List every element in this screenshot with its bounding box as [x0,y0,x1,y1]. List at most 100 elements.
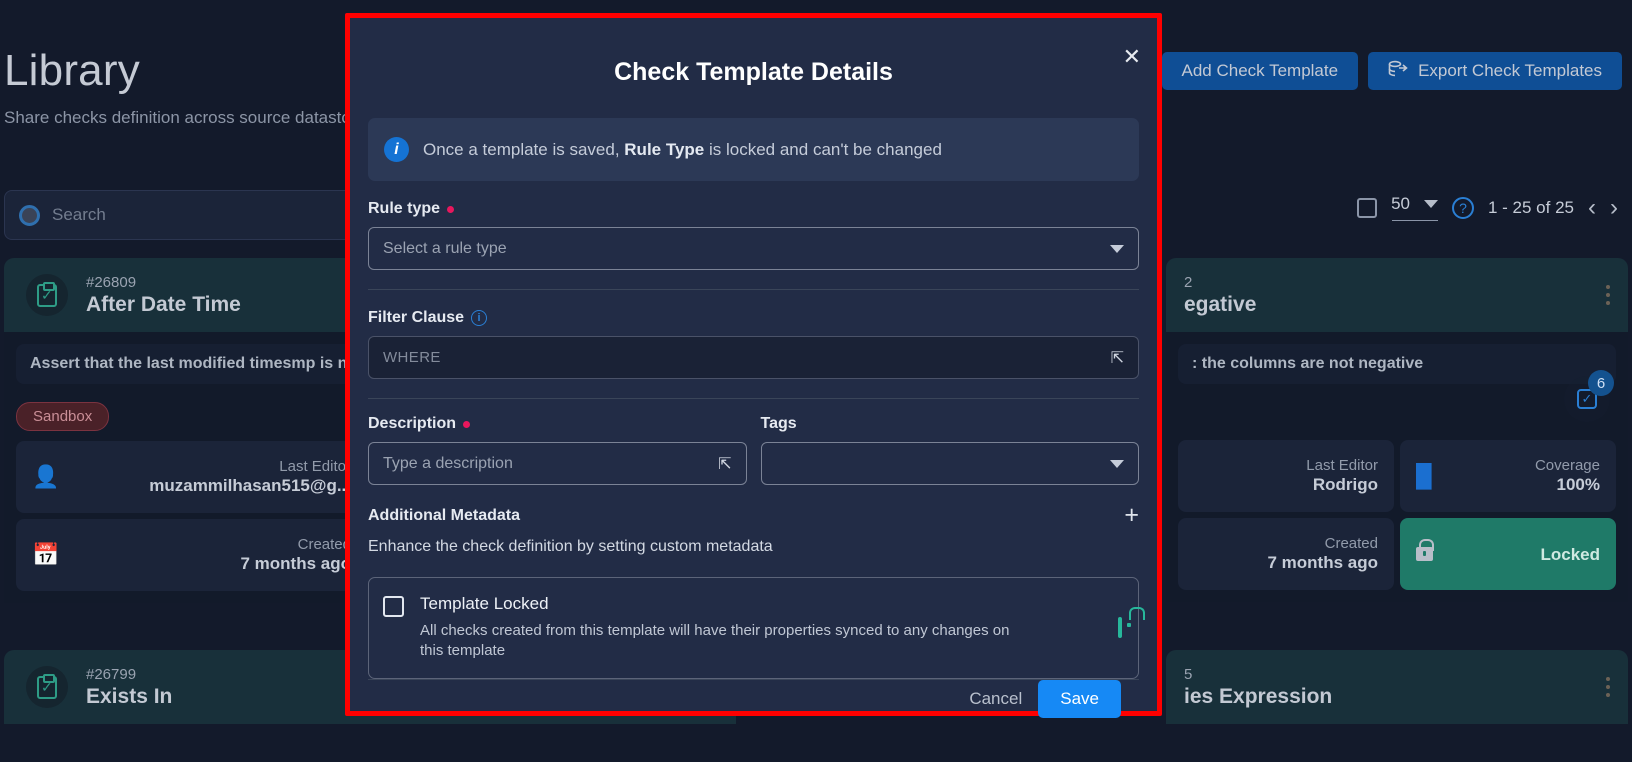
additional-metadata-title: Additional Metadata [368,506,521,524]
page-title: Library [4,46,140,95]
close-icon[interactable]: ✕ [1123,46,1141,68]
search-placeholder: Search [52,205,106,224]
search-icon [19,204,40,226]
card-header: 5 ies Expression [1166,650,1628,724]
description-label: Description [368,415,747,433]
info-circle-icon[interactable]: i [471,310,488,326]
list-item[interactable]: 5 ies Expression [1166,650,1628,762]
card-stats: Last Editor Rodrigo █ Coverage 100% Crea… [1166,430,1628,602]
description-input[interactable]: Type a description ⇱ [368,442,747,485]
rule-type-field: Rule type Select a rule type [368,200,1139,270]
stat-last-editor: Last Editor Rodrigo [1178,440,1394,512]
template-locked-title: Template Locked [420,594,549,613]
rule-type-label: Rule type [368,200,1139,218]
chevron-left-icon[interactable]: ‹ [1588,195,1596,220]
stat-label: Created [297,536,351,553]
info-banner: i Once a template is saved, Rule Type is… [368,118,1139,181]
dialog-body: i Once a template is saved, Rule Type is… [350,87,1157,679]
stat-value: Locked [1540,545,1600,564]
stat-coverage: █ Coverage 100% [1400,440,1616,512]
rule-type-placeholder: Select a rule type [383,239,507,257]
card-id: 5 [1184,665,1193,683]
expand-icon[interactable]: ⇱ [718,454,731,474]
page-size-select[interactable]: 50 [1391,194,1438,221]
chevron-down-icon [1110,459,1124,468]
required-indicator [447,205,455,213]
stat-value: 100% [1556,475,1600,494]
chevron-right-icon[interactable]: › [1610,195,1618,220]
stat-value: 7 months ago [1267,553,1378,572]
filter-clause-input[interactable]: WHERE ⇱ [368,336,1139,379]
user-icon: 👤 [32,464,60,489]
page-size-value: 50 [1391,194,1410,213]
select-all-checkbox[interactable] [1357,197,1378,218]
dialog-footer: Cancel Save [368,678,1139,718]
divider [368,398,1139,399]
check-template-details-dialog: ✕ Check Template Details i Once a templa… [350,18,1157,718]
card-id: #26809 [86,273,137,291]
plus-icon[interactable]: + [1124,503,1139,528]
template-locked-description: All checks created from this template wi… [420,622,1010,660]
chevron-down-icon [1423,200,1438,208]
stat-last-editor: 👤 Last Editor muzammilhasan515@g... [16,441,367,513]
add-check-template-button[interactable]: Add Check Template [1161,52,1359,90]
stat-created: Created 7 months ago [1178,518,1394,590]
export-check-templates-label: Export Check Templates [1418,61,1602,80]
card-title: egative [1184,292,1257,316]
card-description: : the columns are not negative [1178,344,1616,384]
chevron-down-icon [1110,244,1124,253]
card-description-text: : the columns are not negative [1192,355,1424,372]
rule-type-label-text: Rule type [368,200,441,217]
stat-label: Coverage [1534,457,1600,474]
stat-label: Last Editor [279,458,351,475]
divider [368,289,1139,290]
card-description-text: Assert that the last modified timesmp is… [30,355,363,372]
bar-icon: █ [1416,463,1432,488]
calendar-icon: 📅 [32,542,60,567]
info-text-bold: Rule Type [624,139,705,159]
info-text-before: Once a template is saved, [423,139,625,159]
description-placeholder: Type a description [383,454,513,472]
dialog-title: Check Template Details [614,58,893,86]
card-header: 2 egative [1166,258,1628,332]
stat-locked: Locked [1400,518,1616,590]
filter-clause-placeholder: WHERE [383,349,441,366]
pagination-range: 1 - 25 of 25 [1487,197,1574,217]
additional-metadata-header: Additional Metadata + [368,503,1139,528]
cancel-button[interactable]: Cancel [969,689,1022,709]
card-title: ies Expression [1184,684,1333,708]
tags-field: Tags [760,415,1139,485]
card-title: Exists In [86,684,173,708]
expand-icon[interactable]: ⇱ [1111,348,1124,368]
page-subtitle: Share checks definition across source da… [4,108,375,127]
info-text-after: is locked and can't be changed [704,139,942,159]
stat-label: Created [1324,535,1378,552]
card-menu-button[interactable] [1606,677,1610,697]
card-id: #26799 [86,665,137,683]
info-icon: i [384,137,409,162]
checklist-icon[interactable]: ✓ 6 [1564,370,1614,422]
card-title: After Date Time [86,292,241,316]
add-check-template-label: Add Check Template [1181,61,1339,80]
card-menu-button[interactable] [1606,285,1610,305]
tags-select[interactable] [760,442,1139,485]
pagination: 50 ? 1 - 25 of 25 ‹ › [1357,194,1618,221]
stat-value: Rodrigo [1312,475,1378,494]
select-underline [1391,220,1438,221]
stat-value: 7 months ago [240,554,351,573]
stat-label: Last Editor [1306,457,1378,474]
clipboard-check-icon [26,274,68,316]
rule-type-select[interactable]: Select a rule type [368,227,1139,270]
question-mark-icon[interactable]: ? [1451,196,1474,219]
template-locked-option[interactable]: Template Locked All checks created from … [368,577,1139,679]
description-label-text: Description [368,415,457,432]
status-badge: Sandbox [16,402,110,431]
clipboard-check-icon [26,666,68,708]
save-button[interactable]: Save [1038,679,1121,718]
header-actions: Add Check Template Export Check Template… [1161,52,1622,90]
template-locked-checkbox[interactable] [383,596,404,617]
list-item[interactable]: 2 egative : the columns are not negative… [1166,258,1628,628]
export-icon [1388,60,1408,83]
export-check-templates-button[interactable]: Export Check Templates [1368,52,1622,90]
unlock-icon [1118,616,1122,638]
